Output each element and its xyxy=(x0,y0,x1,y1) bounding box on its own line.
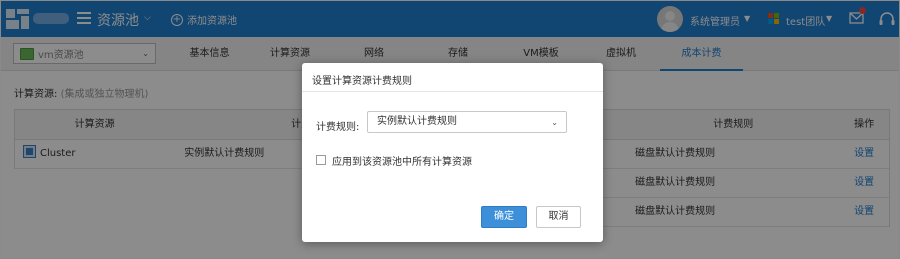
ok-button[interactable]: 确定 xyxy=(481,206,527,228)
apply-all-checkbox[interactable] xyxy=(316,155,326,165)
rule-label: 计费规则: xyxy=(316,122,360,133)
chevron-down-icon: ⌄ xyxy=(551,118,558,127)
dialog-title: 设置计算资源计费规则 xyxy=(312,76,412,87)
rule-select-value: 实例默认计费规则 xyxy=(377,116,457,127)
apply-all-label[interactable]: 应用到该资源池中所有计算资源 xyxy=(332,153,472,168)
app-root: 资源池 ⌵ + 添加资源池 系统管理员 ▼ test团队 ▼ vm资源池 ⌄ 基… xyxy=(0,0,900,259)
billing-rule-dialog: 设置计算资源计费规则 计费规则: 实例默认计费规则 ⌄ 应用到该资源池中所有计算… xyxy=(302,63,603,242)
cancel-button[interactable]: 取消 xyxy=(536,206,581,228)
divider xyxy=(302,91,603,92)
rule-select[interactable]: 实例默认计费规则 ⌄ xyxy=(367,111,567,133)
